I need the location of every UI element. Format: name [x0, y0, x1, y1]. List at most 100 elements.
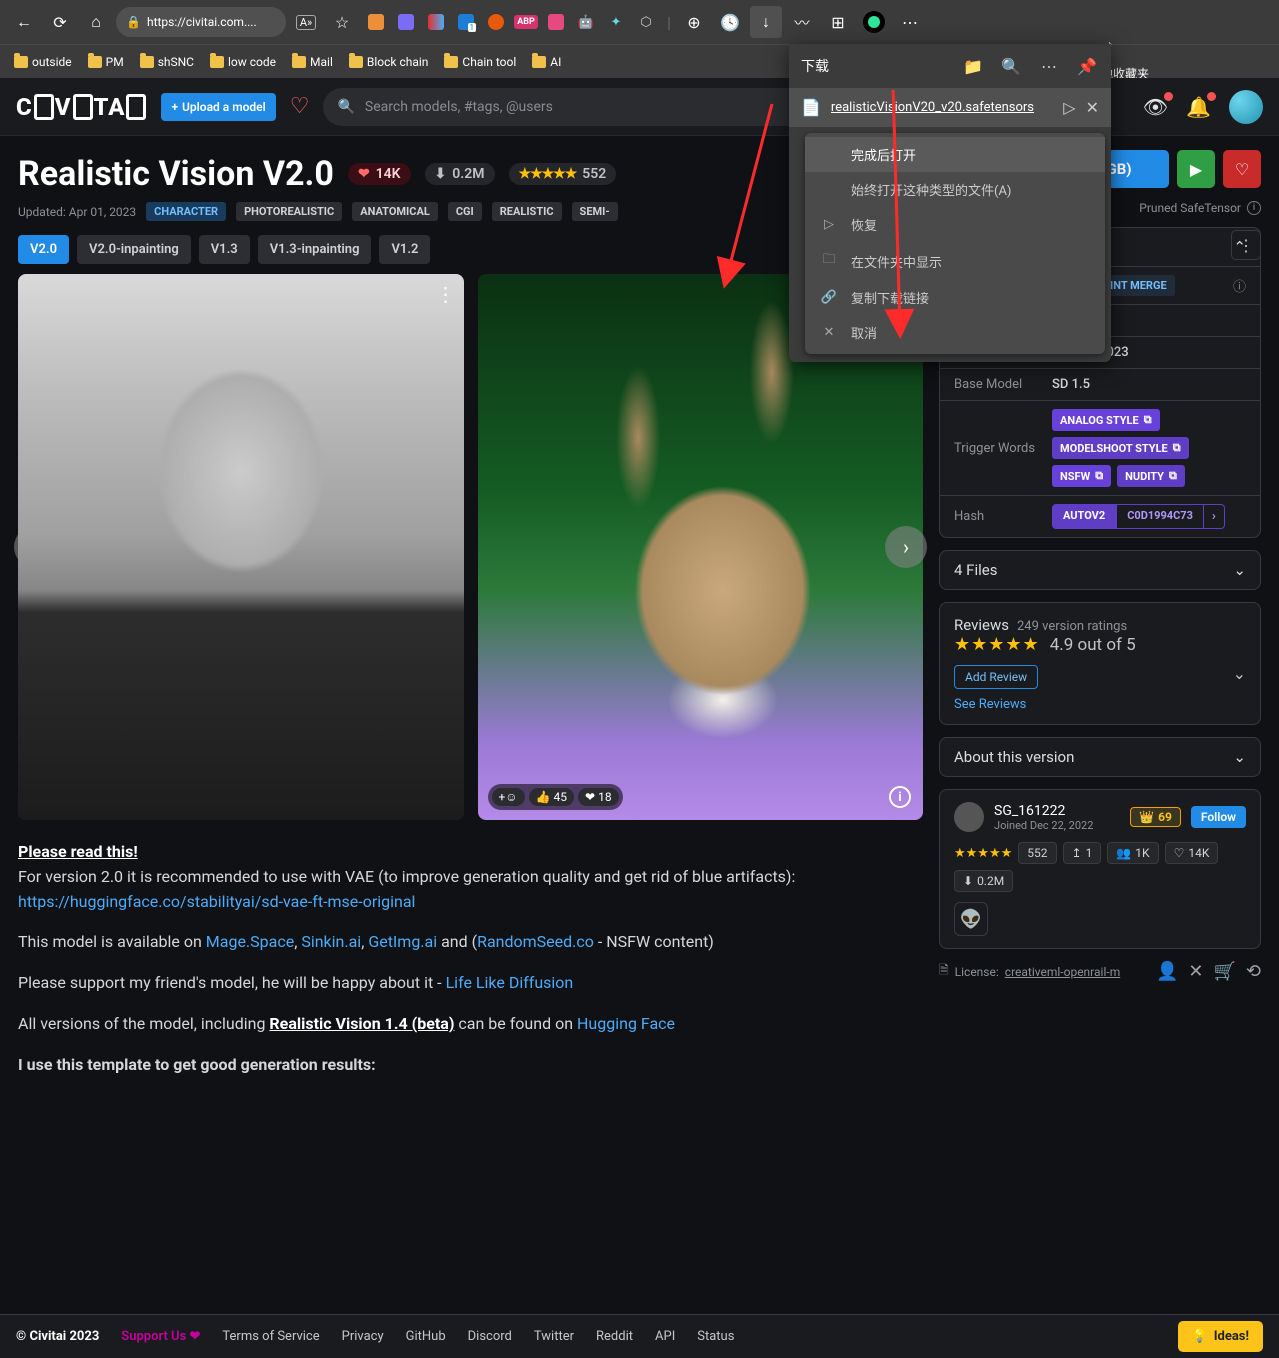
link-mage[interactable]: Mage.Space [206, 932, 294, 951]
gallery-next-button[interactable]: › [885, 526, 927, 568]
ext-adblock-icon[interactable]: ABP [512, 8, 540, 36]
back-button[interactable]: ← [8, 6, 40, 38]
ext-icon[interactable] [482, 8, 510, 36]
ext-icon[interactable] [542, 8, 570, 36]
info-icon[interactable]: i [1247, 201, 1261, 215]
info-icon[interactable]: i [889, 786, 911, 808]
menu-show-in-folder[interactable]: 🗀在文件夹中显示 [805, 242, 1105, 280]
nsfw-toggle-icon[interactable]: 👁 [1143, 95, 1168, 119]
footer-link[interactable]: Discord [468, 1329, 512, 1344]
download-item[interactable]: 📄 realisticVisionV20_v20.safetensors ▷ ✕ [789, 88, 1111, 127]
follow-button[interactable]: Follow [1191, 806, 1246, 828]
reaction[interactable]: 👍80 [32, 788, 77, 806]
more-icon[interactable]: ⋯ [894, 6, 926, 38]
ext-icon[interactable] [392, 8, 420, 36]
support-link[interactable]: Support Us ❤ [121, 1329, 200, 1344]
favorite-icon[interactable]: ☆ [326, 6, 358, 38]
menu-always-open-type[interactable]: 始终打开这种类型的文件(A) [805, 172, 1105, 207]
trigger-word[interactable]: NSFW⧉ [1052, 465, 1111, 487]
close-icon[interactable]: ✕ [1086, 98, 1099, 117]
menu-open-when-done[interactable]: 完成后打开 [805, 137, 1105, 172]
avatar[interactable] [1229, 90, 1263, 124]
link-getimg[interactable]: GetImg.ai [368, 932, 437, 951]
bookmark-item[interactable]: Mail [286, 51, 339, 73]
ext-icon[interactable]: 🤖 [572, 8, 600, 36]
link-hf[interactable]: Hugging Face [577, 1014, 675, 1033]
model-tag[interactable]: CHARACTER [146, 202, 226, 221]
model-tag[interactable]: ANATOMICAL [352, 202, 438, 221]
license-link[interactable]: creativeml-openrail-m [1005, 965, 1120, 979]
link-randomseed[interactable]: RandomSeed.co [477, 932, 594, 951]
version-tab[interactable]: V1.3 [199, 235, 250, 264]
performance-icon[interactable]: 〰 [786, 6, 818, 38]
link-sinkin[interactable]: Sinkin.ai [301, 932, 361, 951]
favorites-icon[interactable]: ♡ [290, 94, 310, 119]
copy-icon[interactable]: ⧉ [1095, 469, 1103, 483]
footer-link[interactable]: Privacy [342, 1329, 384, 1344]
copy-icon[interactable]: ⧉ [1169, 469, 1177, 483]
trigger-word[interactable]: NUDITY⧉ [1117, 465, 1185, 487]
chevron-right-icon[interactable]: › [1204, 504, 1225, 529]
address-bar[interactable]: 🔒 https://civitai.com.... [116, 7, 286, 37]
ext-icon[interactable]: 1 [452, 8, 480, 36]
reaction-add[interactable]: +☺ [492, 788, 525, 806]
footer-link[interactable]: Terms of Service [222, 1329, 319, 1344]
bookmark-item[interactable]: AI [526, 51, 567, 73]
see-reviews-link[interactable]: See Reviews [954, 697, 1026, 712]
chevron-down-icon[interactable]: ⌄ [1233, 664, 1246, 683]
model-tag[interactable]: CGI [448, 202, 482, 221]
trigger-word[interactable]: ANALOG STYLE⧉ [1052, 409, 1160, 431]
version-tab[interactable]: V2.0-inpainting [77, 235, 191, 264]
add-review-button[interactable]: Add Review [954, 665, 1038, 689]
search-icon[interactable]: 🔍 [999, 54, 1023, 78]
menu-cancel[interactable]: ✕取消 [805, 315, 1105, 350]
bookmark-item[interactable]: low code [204, 51, 282, 73]
info-icon[interactable]: ⓘ [1233, 276, 1246, 295]
model-tag[interactable]: PHOTOREALISTIC [236, 202, 342, 221]
footer-link[interactable]: GitHub [406, 1329, 446, 1344]
footer-link[interactable]: Status [697, 1329, 734, 1344]
reaction[interactable]: ❤40 [124, 788, 165, 806]
page-menu-button[interactable]: ⋮ [1231, 230, 1261, 260]
reaction[interactable]: ❤18 [578, 788, 619, 806]
favorite-button[interactable]: ♡ [1223, 150, 1261, 188]
bookmark-item[interactable]: PM [82, 51, 130, 73]
copy-icon[interactable]: ⧉ [1144, 413, 1152, 427]
bookmark-item[interactable]: shSNC [134, 51, 200, 73]
version-tab[interactable]: V1.2 [379, 235, 430, 264]
image-menu-icon[interactable]: ⋮ [436, 282, 456, 306]
ext-icon[interactable] [362, 8, 390, 36]
reaction[interactable]: 😂2 [169, 788, 208, 806]
app-icon[interactable]: ⊞ [822, 6, 854, 38]
version-tab[interactable]: V1.3-inpainting [258, 235, 372, 264]
model-tag[interactable]: REALISTIC [492, 202, 562, 221]
reaction[interactable]: 👍45 [529, 788, 574, 806]
footer-link[interactable]: API [655, 1329, 675, 1344]
run-button[interactable]: ▶ [1177, 150, 1215, 188]
rv14-link[interactable]: Realistic Vision 1.4 (beta) [269, 1014, 454, 1033]
notifications-icon[interactable]: 🔔 [1186, 95, 1211, 119]
bookmark-item[interactable]: Chain tool [438, 51, 522, 73]
model-tag[interactable]: SEMI- [572, 202, 618, 221]
downloads-icon[interactable]: ↓ [750, 6, 782, 38]
about-panel[interactable]: About this version⌄ [939, 737, 1261, 777]
vae-link[interactable]: https://huggingface.co/stabilityai/sd-va… [18, 892, 415, 911]
collections-icon[interactable]: ⊕ [678, 6, 710, 38]
upload-button[interactable]: +Upload a model [161, 93, 275, 121]
reaction[interactable]: 👎2 [81, 788, 120, 806]
ext-icon[interactable]: ✦ [602, 8, 630, 36]
read-aloud-icon[interactable]: A» [290, 6, 322, 38]
author-avatar[interactable] [954, 802, 984, 832]
reaction[interactable]: 😢2 [211, 788, 250, 806]
ext-icon[interactable] [422, 8, 450, 36]
likes-pill[interactable]: ❤14K [348, 163, 411, 185]
author-name[interactable]: SG_161222 [994, 803, 1120, 819]
ideas-button[interactable]: 💡Ideas! [1178, 1321, 1263, 1352]
hash-type[interactable]: AUTOV2 [1052, 504, 1116, 529]
menu-copy-link[interactable]: 🔗复制下载链接 [805, 280, 1105, 315]
more-icon[interactable]: ⋯ [1037, 54, 1061, 78]
refresh-button[interactable]: ⟳ [44, 6, 76, 38]
play-icon[interactable]: ▷ [1063, 98, 1075, 117]
open-folder-icon[interactable]: 📁 [961, 54, 985, 78]
pin-icon[interactable]: 📌 [1075, 54, 1099, 78]
